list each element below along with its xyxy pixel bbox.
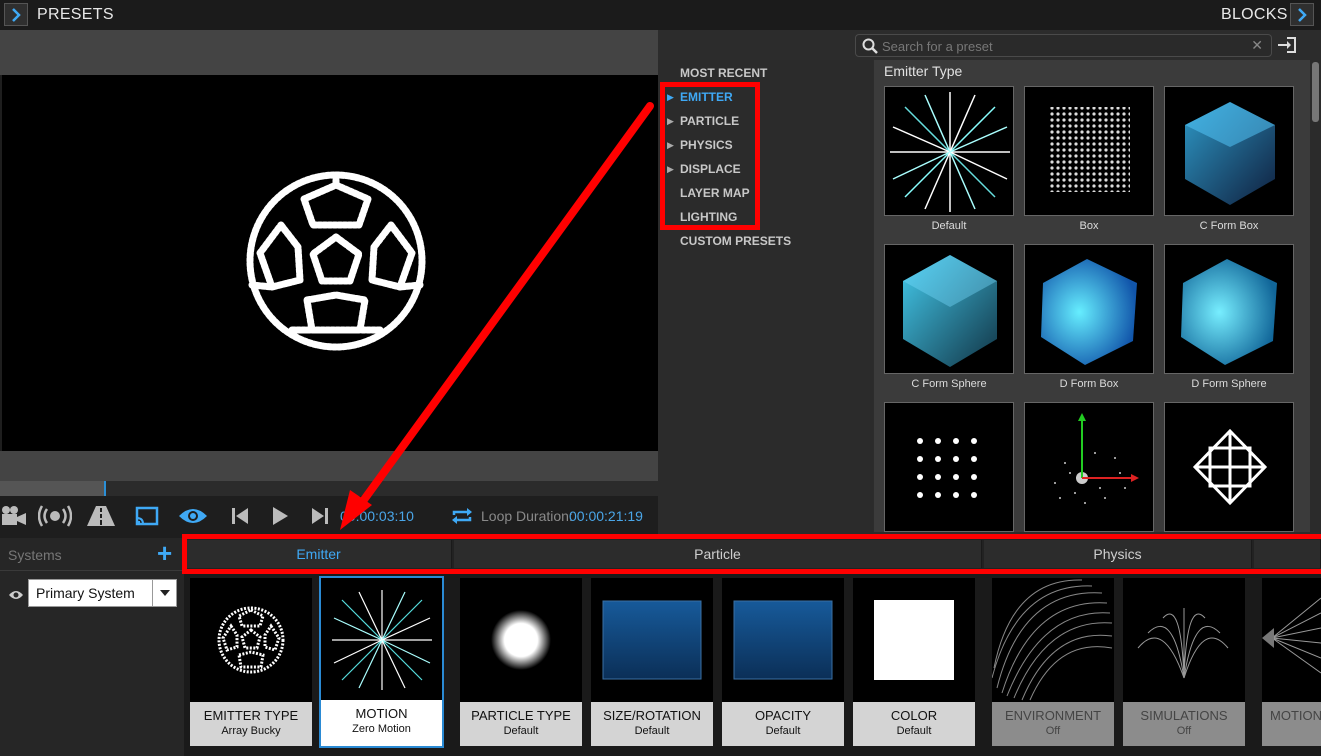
annotation-arrow (340, 102, 654, 530)
app-root: PRESETS BLOCKS 00:00:03:10 Loop Duration… (0, 0, 1321, 756)
